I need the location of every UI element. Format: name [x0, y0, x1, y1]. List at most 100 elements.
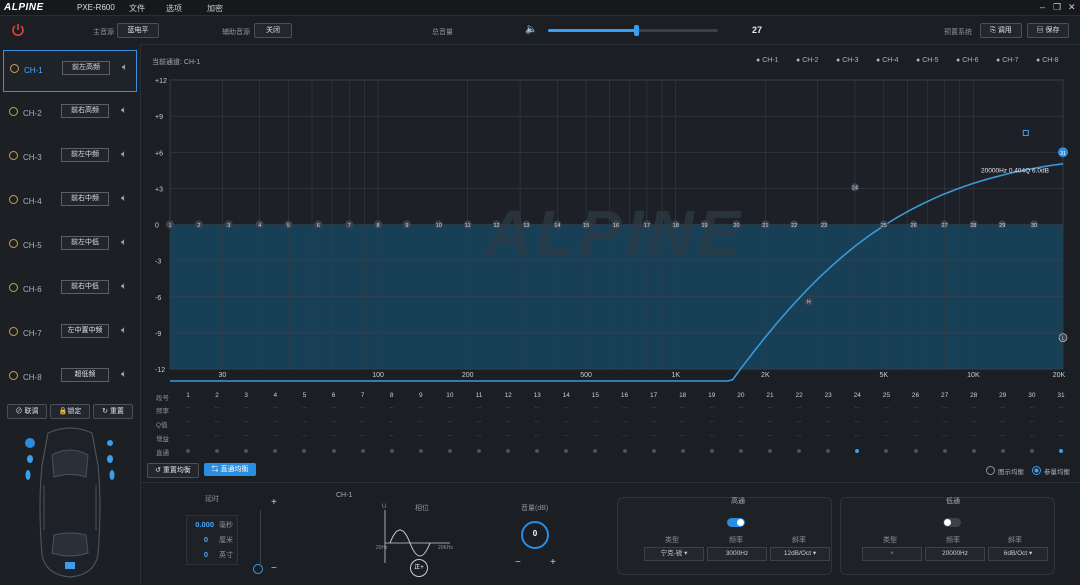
eq-band-param-cell[interactable]: ··· — [292, 419, 316, 425]
eq-band-bypass-dot[interactable] — [447, 449, 452, 453]
eq-band-param-cell[interactable]: ··· — [671, 433, 695, 439]
eq-band-number[interactable]: 14 — [554, 392, 578, 399]
close-icon[interactable]: ✕ — [1068, 2, 1076, 13]
eq-band-param-cell[interactable]: ··· — [933, 419, 957, 425]
eq-band-param-cell[interactable]: ··· — [351, 405, 375, 411]
eq-band-bypass-dot[interactable] — [884, 449, 889, 453]
eq-band-param-cell[interactable]: ··· — [642, 433, 666, 439]
eq-band-param-cell[interactable]: ··· — [496, 433, 520, 439]
channel-row-ch-6[interactable]: CH-6 前右中低 🔈︎ — [3, 270, 137, 312]
delay-slider-track[interactable] — [260, 510, 261, 564]
channel-name-field[interactable]: 前左高频 — [62, 61, 110, 75]
eq-band-bypass-dot[interactable] — [651, 449, 656, 453]
legend-item-ch-7[interactable]: ● CH-7 — [996, 57, 1019, 64]
eq-band-param-cell[interactable]: ··· — [351, 419, 375, 425]
eq-band-bypass-dot[interactable] — [593, 449, 598, 453]
eq-band-param-cell[interactable]: ··· — [554, 419, 578, 425]
eq-band-number[interactable]: 26 — [904, 392, 928, 399]
volume-plus-button[interactable]: + — [550, 557, 556, 568]
eq-band-param-cell[interactable]: ··· — [874, 419, 898, 425]
volume-minus-button[interactable]: − — [515, 557, 521, 568]
restore-icon[interactable]: ❐ — [1053, 2, 1061, 13]
eq-band-bypass-dot[interactable] — [360, 449, 365, 453]
channel-row-ch-7[interactable]: CH-7 左中置中频 🔈︎ — [3, 314, 137, 356]
eq-band-param-cell[interactable]: ··· — [642, 405, 666, 411]
eq-band-param-cell[interactable]: ··· — [467, 433, 491, 439]
eq-band-bypass-dot[interactable] — [1029, 449, 1034, 453]
lowpass-toggle[interactable] — [943, 518, 961, 527]
eq-band-param-cell[interactable]: ··· — [263, 419, 287, 425]
eq-band-bypass-dot[interactable] — [680, 449, 685, 453]
eq-band-param-cell[interactable]: ··· — [816, 433, 840, 439]
eq-band-param-cell[interactable]: ··· — [758, 405, 782, 411]
speaker-mute-icon[interactable]: 🔈︎ — [121, 237, 127, 248]
eq-band-bypass-dot[interactable] — [564, 449, 569, 453]
eq-band-param-cell[interactable]: ··· — [205, 433, 229, 439]
eq-band-param-cell[interactable]: ··· — [583, 433, 607, 439]
eq-band-param-cell[interactable]: ··· — [234, 419, 258, 425]
eq-band-param-cell[interactable]: ··· — [613, 433, 637, 439]
eq-band-param-cell[interactable]: ··· — [671, 405, 695, 411]
main-source-select[interactable]: 蓝电平 — [117, 23, 159, 38]
eq-band-param-cell[interactable]: ··· — [467, 419, 491, 425]
reset-button[interactable]: ↻ 重置 — [93, 404, 133, 419]
eq-band-param-cell[interactable]: ··· — [845, 433, 869, 439]
eq-band-number[interactable]: 2 — [205, 392, 229, 399]
parametric-eq-radio[interactable] — [1032, 466, 1041, 475]
menu-file[interactable]: 文件 — [129, 3, 145, 14]
eq-band-number[interactable]: 8 — [380, 392, 404, 399]
eq-band-number[interactable]: 3 — [234, 392, 258, 399]
eq-band-param-cell[interactable]: ··· — [554, 433, 578, 439]
eq-band-param-cell[interactable]: ··· — [1020, 405, 1044, 411]
eq-band-bypass-dot[interactable] — [477, 449, 481, 453]
eq-band-number[interactable]: 21 — [758, 392, 782, 399]
speaker-mute-icon[interactable]: 🔈︎ — [122, 62, 128, 73]
eq-band-bypass-dot[interactable] — [913, 449, 918, 453]
eq-band-param-cell[interactable]: ··· — [642, 419, 666, 425]
eq-band-param-cell[interactable]: ··· — [700, 433, 724, 439]
speaker-mute-icon[interactable]: 🔈︎ — [121, 149, 127, 160]
channel-knob-icon[interactable] — [9, 107, 18, 116]
eq-band-number[interactable]: 9 — [409, 392, 433, 399]
menu-options[interactable]: 选项 — [166, 3, 182, 14]
channel-knob-icon[interactable] — [9, 283, 18, 292]
direct-eq-button[interactable]: ⇆ 直通均衡 — [204, 463, 256, 476]
eq-band-bypass-dot[interactable] — [1000, 449, 1005, 453]
eq-band-param-cell[interactable]: ··· — [554, 405, 578, 411]
eq-band-param-cell[interactable]: ··· — [176, 405, 200, 411]
speaker-mute-icon[interactable]: 🔈︎ — [121, 193, 127, 204]
eq-band-param-cell[interactable]: ··· — [962, 405, 986, 411]
channel-name-field[interactable]: 左中置中频 — [61, 324, 109, 338]
graphic-eq-radio[interactable] — [986, 466, 995, 475]
lock-button[interactable]: 🔒锁定 — [50, 404, 90, 419]
minimize-icon[interactable]: – — [1040, 2, 1045, 12]
eq-band-param-cell[interactable]: ··· — [438, 433, 462, 439]
channel-name-field[interactable]: 前右高频 — [61, 104, 109, 118]
channel-row-ch-3[interactable]: CH-3 前左中频 🔈︎ — [3, 138, 137, 180]
eq-band-number[interactable]: 4 — [263, 392, 287, 399]
eq-band-bypass-dot[interactable] — [942, 449, 947, 453]
eq-band-param-cell[interactable]: ··· — [205, 419, 229, 425]
restore-eq-button[interactable]: ↺ 重置均衡 — [147, 463, 199, 478]
eq-band-param-cell[interactable]: ··· — [583, 405, 607, 411]
eq-band-bypass-dot[interactable] — [186, 449, 190, 453]
eq-band-bypass-dot[interactable] — [331, 449, 336, 453]
channel-name-field[interactable]: 前右中低 — [61, 280, 109, 294]
eq-band-bypass-dot[interactable] — [1059, 449, 1063, 453]
eq-band-number[interactable]: 5 — [292, 392, 316, 399]
highpass-freq-input[interactable]: 3000Hz — [707, 547, 767, 561]
recall-button[interactable]: ⎘ 调用 — [980, 23, 1022, 38]
eq-band-param-cell[interactable]: ··· — [322, 433, 346, 439]
eq-band-param-cell[interactable]: ··· — [700, 405, 724, 411]
eq-band-param-cell[interactable]: ··· — [700, 419, 724, 425]
channel-row-ch-1[interactable]: CH-1 前左高频 🔈︎ — [3, 50, 137, 92]
menu-encrypt[interactable]: 加密 — [207, 3, 223, 14]
delay-ms-value[interactable]: 0.000 — [190, 520, 214, 529]
eq-band-number[interactable]: 12 — [496, 392, 520, 399]
speaker-mute-icon[interactable]: 🔈︎ — [121, 325, 127, 336]
eq-graph[interactable]: +12 +9 +6 +3 0 -3 -6 -9 -12 30 100 200 500 1K 2K 5K 10K 2… — [145, 72, 1075, 382]
eq-band-param-cell[interactable]: ··· — [467, 405, 491, 411]
eq-band-param-cell[interactable]: ··· — [729, 419, 753, 425]
eq-band-param-cell[interactable]: ··· — [613, 419, 637, 425]
eq-band-param-cell[interactable]: ··· — [933, 433, 957, 439]
